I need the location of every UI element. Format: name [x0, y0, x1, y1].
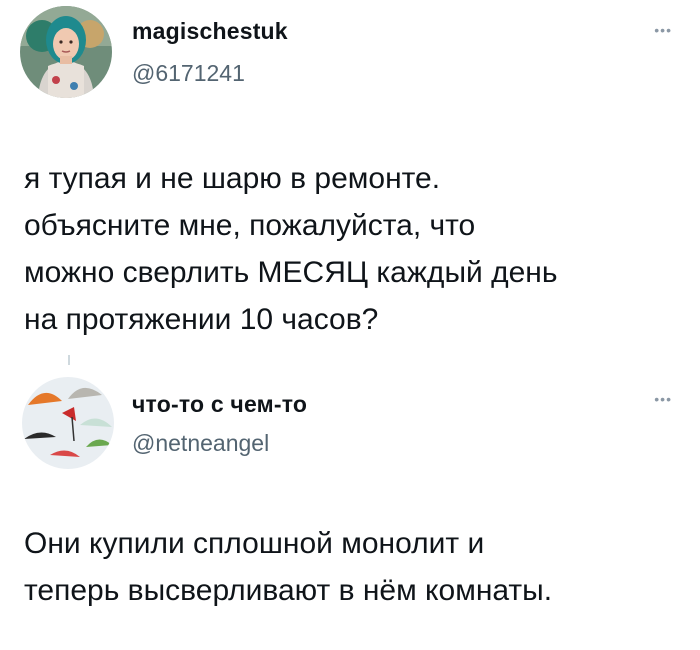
user-handle[interactable]: @netneangel [132, 430, 269, 457]
thread-connector [68, 355, 70, 365]
avatar-umbrellas-image [22, 377, 114, 469]
user-avatar[interactable] [20, 6, 112, 98]
tweet-text: я тупая и не шарю в ремонте. объясните м… [24, 162, 558, 336]
tweet-text: Они купили сплошной монолит и теперь выс… [24, 527, 553, 607]
user-avatar[interactable] [22, 377, 114, 469]
user-handle[interactable]: @6171241 [132, 60, 245, 87]
tweet-reply[interactable]: что-то с чем-то @netneangel ••• Они купи… [0, 355, 700, 650]
tweet-original[interactable]: magischestuk @6171241 ••• я тупая и не ш… [0, 0, 700, 355]
avatar-portrait-image [20, 6, 112, 98]
more-dots-icon[interactable]: ••• [654, 22, 672, 38]
more-dots-icon[interactable]: ••• [654, 391, 672, 407]
display-name[interactable]: magischestuk [132, 18, 288, 45]
display-name[interactable]: что-то с чем-то [132, 391, 307, 418]
